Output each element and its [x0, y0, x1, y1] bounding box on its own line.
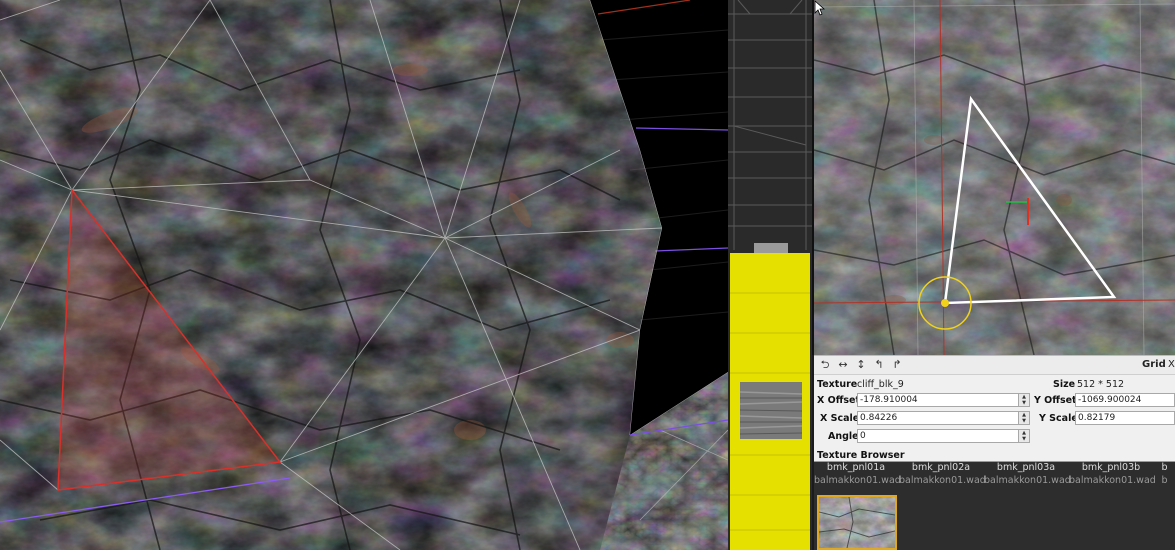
texture-name-value: cliff_blk_9 [857, 379, 904, 390]
texture-properties-panel: ⮌ ↔ ↕ ↰ ↱ Grid X: Texture cliff_blk_9 Si… [814, 355, 1175, 449]
texture-browser-title: Texture Browser [814, 449, 1175, 462]
selected-texture-thumbnail[interactable] [817, 495, 897, 550]
texture-item[interactable]: bmk_pnl02a balmakkon01.wad [899, 462, 986, 488]
flip-horizontal-icon[interactable]: ↔ [836, 358, 850, 372]
x-scale-spinner[interactable]: ▲ ▼ [1019, 411, 1030, 425]
uv-scene [814, 0, 1175, 355]
x-offset-label: X Offset [817, 395, 861, 406]
y-offset-label: Y Offset [1034, 395, 1077, 406]
angle-spinner[interactable]: ▲ ▼ [1019, 429, 1030, 443]
uv-toolbar: ⮌ ↔ ↕ ↰ ↱ Grid X: [814, 356, 1175, 375]
texture-item-name: bmk_pnl01a [826, 462, 886, 473]
y-scale-label: Y Scale [1039, 413, 1078, 424]
grid-label: Grid [1142, 359, 1166, 370]
x-offset-field[interactable] [857, 393, 1019, 407]
rotate-ccw-icon[interactable]: ↰ [872, 358, 886, 372]
texture-item[interactable]: bmk_pnl03b balmakkon01.wad [1069, 462, 1156, 488]
size-value: 512 * 512 [1077, 379, 1125, 390]
texture-item-name: b [1161, 462, 1168, 473]
flip-vertical-icon[interactable]: ↕ [854, 358, 868, 372]
texture-item[interactable]: bmk_pnl01a balmakkon01.wad [814, 462, 901, 488]
texture-item[interactable]: bmk_pnl03a balmakkon01.wad [984, 462, 1071, 488]
texture-item-name: bmk_pnl02a [911, 462, 971, 473]
uv-editor-viewport[interactable] [812, 0, 1175, 355]
x-scale-field[interactable] [857, 411, 1019, 425]
texture-item-name: bmk_pnl03a [996, 462, 1056, 473]
y-offset-field[interactable] [1075, 393, 1175, 407]
mouse-cursor-icon [814, 0, 826, 16]
y-scale-field[interactable] [1075, 411, 1175, 425]
x-offset-spinner[interactable]: ▲ ▼ [1019, 393, 1030, 407]
strip-scene [728, 0, 812, 550]
texture-label: Texture [817, 379, 858, 390]
angle-label: Angle [828, 431, 859, 442]
texture-browser[interactable]: Texture Browser bmk_pnl01a balmakkon01.w… [814, 449, 1175, 550]
texture-item-wad: balmakkon01.wad [1069, 475, 1156, 486]
texture-item[interactable]: b b [1154, 462, 1175, 488]
rotate-left-icon[interactable]: ⮌ [818, 358, 832, 372]
3d-viewport[interactable] [0, 0, 728, 550]
rotate-cw-icon[interactable]: ↱ [890, 358, 904, 372]
angle-field[interactable] [857, 429, 1019, 443]
texture-item-wad: b [1161, 475, 1168, 486]
grid-x-label: X: [1168, 359, 1175, 370]
texture-item-wad: balmakkon01.wad [814, 475, 901, 486]
x-scale-label: X Scale [820, 413, 860, 424]
texture-item-wad: balmakkon01.wad [899, 475, 986, 486]
3d-scene [0, 0, 728, 550]
texture-item-name: bmk_pnl03b [1081, 462, 1141, 473]
size-label: Size [1053, 379, 1076, 390]
texture-strip-viewport[interactable] [728, 0, 812, 550]
texture-item-wad: balmakkon01.wad [984, 475, 1071, 486]
texture-thumbnail-image [819, 497, 895, 548]
